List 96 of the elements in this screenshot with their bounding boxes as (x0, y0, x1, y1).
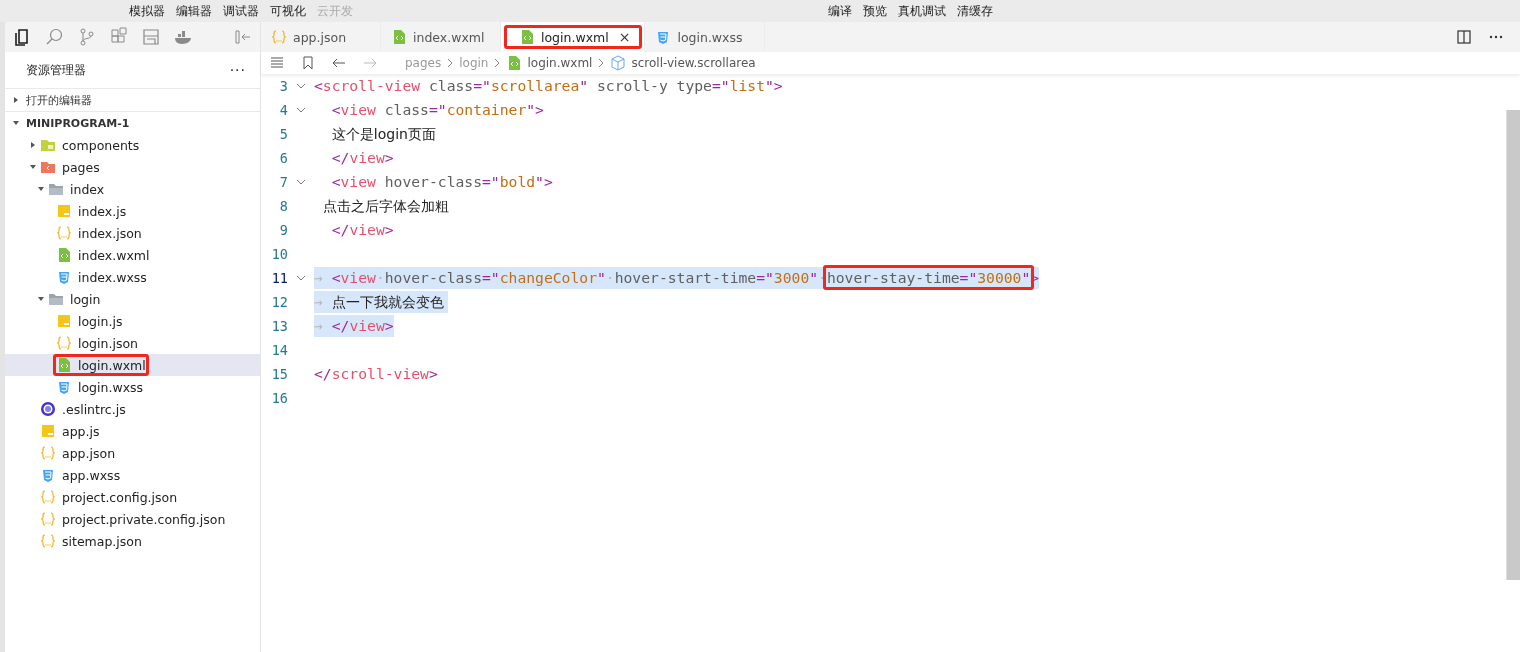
code-line: 点击之后字体会加粗 (321, 197, 449, 216)
folder-icon (40, 159, 56, 175)
code-line: <view class="container"> (330, 100, 544, 120)
hexagon-ring-icon (40, 401, 56, 417)
js-file-icon (40, 423, 56, 439)
menu-item[interactable]: 编译 (828, 2, 852, 20)
panel-title: 资源管理器 (26, 61, 86, 79)
file-item[interactable]: login.json (5, 332, 260, 354)
code-line: <scroll-view class="scrollarea" scroll-y type="list"> (314, 76, 783, 96)
line-number: 11 (270, 270, 288, 286)
braces-icon (40, 445, 56, 461)
js-file-icon (56, 313, 72, 329)
line-number: 13 (270, 318, 288, 334)
braces-icon (56, 225, 72, 241)
file-item[interactable]: login.wxss (5, 376, 260, 398)
folder-icon (40, 137, 56, 153)
line-number: 7 (278, 174, 288, 190)
folder-item[interactable]: index (5, 178, 260, 200)
line-number: 14 (270, 342, 288, 358)
code-line: 这个是login页面 (330, 125, 436, 144)
breadcrumb-item[interactable]: login.wxml (506, 55, 593, 71)
editor-tab[interactable]: app.json (261, 22, 381, 52)
braces-icon (40, 489, 56, 505)
search-icon[interactable] (45, 27, 65, 47)
menu-item[interactable]: 编辑器 (176, 2, 212, 20)
code-file-icon (506, 55, 523, 71)
line-number: 4 (278, 102, 288, 118)
caret-down-icon (37, 185, 45, 193)
file-item[interactable]: login.js (5, 310, 260, 332)
braces-icon (56, 335, 72, 351)
line-number: 6 (278, 150, 288, 166)
file-item[interactable]: index.js (5, 200, 260, 222)
split-editor-icon[interactable] (1456, 29, 1472, 45)
folder-icon (48, 291, 64, 307)
file-item[interactable]: index.wxml (5, 244, 260, 266)
scrollbar[interactable] (1506, 110, 1520, 580)
editor-tab[interactable]: login.wxss (645, 22, 766, 52)
file-item[interactable]: sitemap.json (5, 530, 260, 552)
menu-item[interactable]: 模拟器 (129, 2, 165, 20)
folder-item[interactable]: components (5, 134, 260, 156)
breadcrumb-item[interactable]: scroll-view.scrollarea (610, 55, 756, 71)
code-file-icon (56, 357, 72, 373)
braces-icon (40, 511, 56, 527)
braces-icon (271, 29, 287, 45)
line-number: 10 (270, 246, 288, 262)
line-number: 12 (270, 294, 288, 310)
chevron-right-icon (597, 58, 606, 68)
js-file-icon (56, 203, 72, 219)
line-number: 15 (270, 366, 288, 382)
braces-icon (40, 533, 56, 549)
caret-right-icon (12, 96, 20, 104)
caret-right-icon (29, 141, 37, 149)
collapse-panel-icon[interactable] (234, 29, 252, 45)
close-button[interactable]: × (618, 29, 631, 45)
file-item[interactable]: index.wxss (5, 266, 260, 288)
file-item[interactable]: app.json (5, 442, 260, 464)
list-icon[interactable] (269, 55, 285, 71)
caret-down-icon (37, 295, 45, 303)
file-item[interactable]: .eslintrc.js (5, 398, 260, 420)
folder-item[interactable]: login (5, 288, 260, 310)
chevron-right-icon (446, 58, 455, 68)
menu-item[interactable]: 预览 (863, 2, 887, 20)
section-header[interactable]: MINIPROGRAM-1 (5, 111, 260, 134)
cube-icon (610, 55, 627, 71)
file-item[interactable]: app.wxss (5, 464, 260, 486)
bookmark-icon[interactable] (300, 55, 316, 71)
folder-item[interactable]: pages (5, 156, 260, 178)
folder-icon (48, 181, 64, 197)
menu-item[interactable]: 真机调试 (898, 2, 946, 20)
css-file-icon (56, 379, 72, 395)
code-line: </view> (330, 220, 394, 240)
line-number: 9 (278, 222, 288, 238)
line-number: 5 (278, 126, 288, 142)
menu-item[interactable]: 调试器 (223, 2, 259, 20)
css-file-icon (56, 269, 72, 285)
menu-item[interactable]: 可视化 (270, 2, 306, 20)
chevron-right-icon (493, 58, 502, 68)
section-header[interactable]: 打开的编辑器 (5, 88, 260, 111)
file-item[interactable]: app.js (5, 420, 260, 442)
file-item[interactable]: index.json (5, 222, 260, 244)
caret-down-icon (29, 163, 37, 171)
code-file-icon (391, 29, 407, 45)
code-file-icon (519, 29, 535, 45)
file-item[interactable]: project.config.json (5, 486, 260, 508)
file-item[interactable]: project.private.config.json (5, 508, 260, 530)
code-line: </scroll-view> (314, 364, 438, 384)
line-number: 16 (270, 390, 288, 406)
css-file-icon (40, 467, 56, 483)
more-button[interactable]: ··· (229, 62, 246, 78)
code-file-icon (56, 247, 72, 263)
line-number: 3 (278, 78, 288, 94)
code-line: <view hover-class="bold"> (330, 172, 553, 192)
code-line: </view> (330, 148, 394, 168)
caret-down-icon (12, 119, 20, 127)
line-number: 8 (278, 198, 288, 214)
menu-item[interactable]: 清缓存 (957, 2, 993, 20)
